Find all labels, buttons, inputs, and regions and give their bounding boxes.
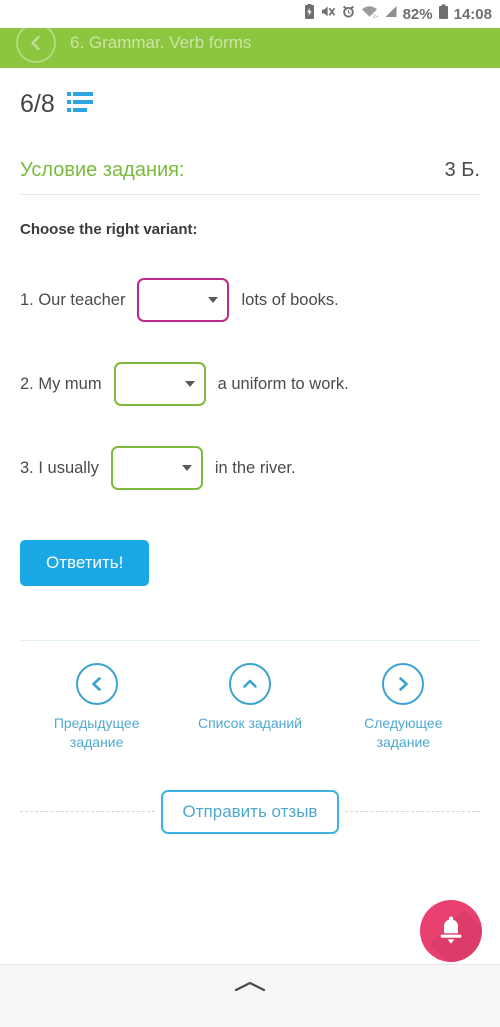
nav-previous-task-label: Предыдущее задание bbox=[53, 715, 140, 750]
question-post-text: in the river. bbox=[214, 458, 296, 477]
cellular-signal-icon bbox=[383, 4, 398, 24]
notifications-fab[interactable] bbox=[420, 900, 482, 962]
condition-label: Условие задания: bbox=[20, 159, 185, 181]
alarm-clock-icon bbox=[341, 4, 356, 24]
status-bar: 2+ 82% 14:08 bbox=[0, 0, 500, 28]
progress-row: 6/8 bbox=[20, 68, 480, 127]
android-navigation-bar bbox=[0, 964, 500, 1027]
section-divider bbox=[20, 640, 480, 641]
question-pre-text: 2. My mum bbox=[20, 374, 102, 393]
svg-text:2+: 2+ bbox=[373, 14, 378, 19]
chevron-down-icon bbox=[208, 297, 219, 303]
battery-percent-label: 82% bbox=[402, 5, 433, 23]
nav-task-list-label: Список заданий bbox=[197, 715, 302, 731]
answer-dropdown-1[interactable] bbox=[137, 278, 230, 322]
submit-answer-button[interactable]: Ответить! bbox=[20, 540, 150, 586]
condition-divider bbox=[20, 194, 480, 195]
question-post-text: a uniform to work. bbox=[217, 374, 349, 393]
question-row: 2. My mum a uniform to work. bbox=[20, 362, 480, 406]
back-arrow-icon bbox=[31, 35, 40, 51]
chevron-up-icon bbox=[228, 663, 271, 705]
battery-saver-icon bbox=[303, 3, 316, 25]
back-button[interactable] bbox=[16, 23, 56, 63]
volume-mute-icon bbox=[321, 4, 336, 24]
chevron-down-icon bbox=[181, 465, 192, 471]
app-header-title: 6. Grammar. Verb forms bbox=[70, 33, 252, 52]
task-prompt: Choose the right variant: bbox=[20, 221, 198, 238]
nav-next-task-label: Следующее задание bbox=[364, 715, 443, 750]
bell-icon bbox=[440, 916, 462, 944]
condition-row: Условие задания: 3 Б. bbox=[20, 159, 480, 182]
progress-fraction: 6/8 bbox=[20, 90, 55, 118]
question-post-text: lots of books. bbox=[241, 290, 339, 309]
condition-points: 3 Б. bbox=[444, 159, 480, 181]
nav-previous-task[interactable]: Предыдущее задание bbox=[20, 663, 173, 752]
question-row: 1. Our teacher lots of books. bbox=[20, 278, 480, 322]
task-list-icon[interactable] bbox=[66, 91, 93, 118]
feedback-row: Отправить отзыв bbox=[20, 789, 480, 834]
question-row: 3. I usually in the river. bbox=[20, 446, 480, 490]
chevron-up-icon[interactable] bbox=[232, 979, 268, 1000]
chevron-left-icon bbox=[75, 663, 118, 705]
send-feedback-button[interactable]: Отправить отзыв bbox=[160, 789, 340, 834]
feedback-divider-left bbox=[20, 811, 155, 813]
chevron-right-icon bbox=[382, 663, 425, 705]
wifi-icon: 2+ bbox=[361, 4, 378, 24]
question-pre-text: 3. I usually bbox=[20, 458, 99, 477]
task-navigation: Предыдущее задание Список заданий Следую… bbox=[20, 663, 480, 752]
answer-dropdown-2[interactable] bbox=[113, 362, 206, 406]
nav-task-list[interactable]: Список заданий bbox=[173, 663, 326, 752]
clock-label: 14:08 bbox=[453, 5, 492, 23]
answer-dropdown-3[interactable] bbox=[110, 446, 203, 490]
feedback-divider-right bbox=[345, 811, 480, 813]
battery-icon bbox=[438, 3, 449, 25]
question-pre-text: 1. Our teacher bbox=[20, 290, 126, 309]
task-card: 6/8 Условие задания: 3 Б. Choose the rig… bbox=[0, 68, 500, 834]
nav-next-task[interactable]: Следующее задание bbox=[327, 663, 480, 752]
chevron-down-icon bbox=[184, 381, 195, 387]
